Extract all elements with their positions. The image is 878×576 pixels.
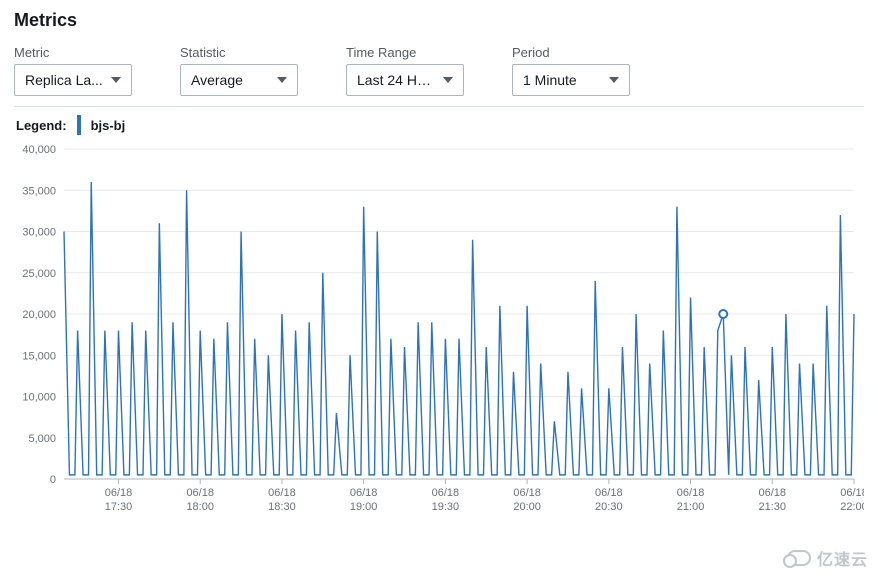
legend-color-chip (77, 115, 81, 135)
svg-text:06/18: 06/18 (105, 487, 133, 499)
svg-text:06/18: 06/18 (595, 487, 623, 499)
chevron-down-icon (609, 77, 619, 83)
divider (14, 106, 864, 107)
svg-text:06/18: 06/18 (677, 487, 705, 499)
svg-text:20:30: 20:30 (595, 501, 623, 513)
chevron-down-icon (443, 77, 453, 83)
watermark-text: 亿速云 (817, 546, 868, 570)
metric-label: Metric (14, 45, 132, 60)
svg-text:19:30: 19:30 (432, 501, 460, 513)
svg-text:17:30: 17:30 (105, 501, 133, 513)
svg-text:21:30: 21:30 (759, 501, 787, 513)
metrics-chart[interactable]: 0 5,000 10,000 15,000 20,000 25,000 30,000 35,0… (14, 141, 864, 521)
svg-text:21:00: 21:00 (677, 501, 705, 513)
timerange-label: Time Range (346, 45, 464, 60)
svg-text:30,000: 30,000 (22, 227, 56, 239)
period-label: Period (512, 45, 630, 60)
svg-text:18:00: 18:00 (186, 501, 214, 513)
svg-text:25,000: 25,000 (22, 268, 56, 280)
legend-label: Legend: (16, 118, 67, 133)
svg-text:35,000: 35,000 (22, 185, 56, 197)
svg-text:20:00: 20:00 (513, 501, 541, 513)
svg-text:5,000: 5,000 (28, 433, 56, 445)
legend-series-name[interactable]: bjs-bj (91, 118, 126, 133)
svg-text:06/18: 06/18 (268, 487, 296, 499)
svg-text:06/18: 06/18 (759, 487, 787, 499)
statistic-select-value: Average (191, 72, 243, 88)
svg-text:06/18: 06/18 (513, 487, 541, 499)
metric-select-value: Replica La... (25, 72, 103, 88)
legend: Legend: bjs-bj (14, 115, 864, 135)
svg-text:0: 0 (50, 474, 56, 486)
svg-text:19:00: 19:00 (350, 501, 378, 513)
svg-text:06/18: 06/18 (840, 487, 864, 499)
period-select-value: 1 Minute (523, 72, 577, 88)
timerange-select-value: Last 24 Ho... (357, 72, 435, 88)
controls-row: Metric Replica La... Statistic Average T… (14, 45, 864, 96)
statistic-label: Statistic (180, 45, 298, 60)
svg-text:06/18: 06/18 (350, 487, 378, 499)
svg-text:06/18: 06/18 (432, 487, 460, 499)
chevron-down-icon (111, 77, 121, 83)
svg-text:20,000: 20,000 (22, 309, 56, 321)
period-select[interactable]: 1 Minute (512, 64, 630, 96)
metric-select[interactable]: Replica La... (14, 64, 132, 96)
svg-text:18:30: 18:30 (268, 501, 296, 513)
statistic-select[interactable]: Average (180, 64, 298, 96)
svg-text:22:00: 22:00 (840, 501, 864, 513)
page-title: Metrics (14, 10, 864, 31)
svg-text:10,000: 10,000 (22, 392, 56, 404)
timerange-select[interactable]: Last 24 Ho... (346, 64, 464, 96)
chevron-down-icon (277, 77, 287, 83)
svg-text:06/18: 06/18 (186, 487, 214, 499)
cloud-icon (787, 550, 811, 566)
svg-text:40,000: 40,000 (22, 144, 56, 156)
watermark: 亿速云 (787, 546, 868, 570)
svg-text:15,000: 15,000 (22, 350, 56, 362)
